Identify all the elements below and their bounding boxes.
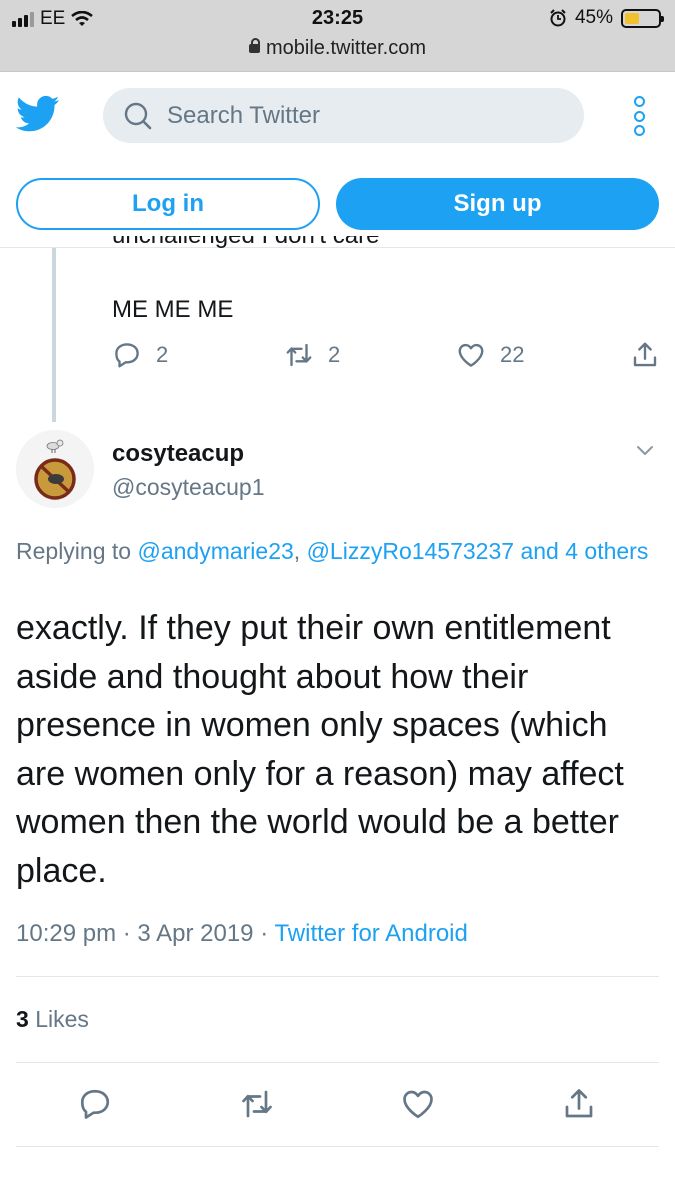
user-handle[interactable]: @cosyteacup1: [112, 474, 265, 501]
signup-button[interactable]: Sign up: [336, 178, 659, 230]
twitter-header: Search Twitter Log in Sign up: [0, 72, 675, 248]
login-button[interactable]: Log in: [16, 178, 320, 230]
reply-button[interactable]: 2: [112, 340, 168, 370]
tweet-text: exactly. If they put their own entitleme…: [16, 609, 624, 890]
alarm-icon: [550, 9, 566, 27]
like-icon: [458, 343, 484, 367]
likes-summary[interactable]: 3 Likes: [16, 1006, 89, 1033]
likes-count: 3: [16, 1006, 29, 1032]
mention-link[interactable]: @LizzyRo14573237: [307, 538, 514, 564]
search-icon: [124, 102, 152, 129]
divider: [16, 1146, 659, 1147]
share-icon: [565, 1089, 593, 1118]
mention-link[interactable]: @andymarie23: [137, 538, 293, 564]
tweet-actions: [0, 1084, 675, 1126]
avatar-image: [16, 430, 94, 508]
replying-separator: ,: [293, 538, 301, 564]
tweet-meta: 10:29 pm · 3 Apr 2019 · Twitter for Andr…: [16, 920, 468, 948]
battery-percent: 45%: [574, 7, 613, 28]
divider: [16, 1062, 659, 1063]
more-icon[interactable]: [631, 96, 647, 136]
tweet-source-link[interactable]: Twitter for Android: [274, 920, 467, 947]
meta-separator: ·: [260, 920, 269, 947]
tweet-date: 3 Apr 2019: [137, 920, 254, 947]
reply-icon: [80, 1089, 110, 1119]
like-button[interactable]: 22: [456, 340, 524, 370]
url-bar[interactable]: mobile.twitter.com: [0, 37, 675, 60]
like-count: 22: [500, 342, 525, 367]
retweet-icon: [286, 343, 312, 367]
search-input[interactable]: Search Twitter: [103, 88, 584, 143]
retweet-button[interactable]: [237, 1084, 277, 1124]
divider: [16, 976, 659, 977]
replying-to: Replying to @andymarie23, @LizzyRo145732…: [16, 534, 656, 569]
url-text: mobile.twitter.com: [265, 37, 427, 59]
share-icon: [633, 342, 657, 367]
retweet-icon: [242, 1090, 272, 1118]
like-button[interactable]: [398, 1084, 438, 1124]
replying-prefix: Replying to: [16, 538, 132, 564]
search-placeholder: Search Twitter: [167, 101, 320, 129]
retweet-count: 2: [328, 342, 341, 367]
previous-tweet-actions: 2 2 22: [112, 340, 660, 376]
twitter-bird-icon[interactable]: [16, 94, 60, 134]
lock-icon: [248, 38, 260, 53]
likes-label: Likes: [35, 1006, 89, 1032]
reply-count: 2: [156, 342, 169, 367]
reply-icon: [115, 343, 139, 368]
chevron-down-icon[interactable]: [635, 440, 655, 460]
status-right: 45%: [549, 7, 664, 29]
previous-tweet-text: ME ME ME: [112, 296, 234, 323]
display-name[interactable]: cosyteacup: [112, 440, 244, 468]
meta-separator: ·: [122, 920, 131, 947]
tweet-time: 10:29 pm: [16, 920, 117, 947]
like-icon: [403, 1090, 433, 1119]
avatar[interactable]: [16, 430, 94, 508]
share-button[interactable]: [630, 340, 660, 370]
battery-icon: [621, 8, 664, 28]
reply-button[interactable]: [75, 1084, 115, 1124]
others-link[interactable]: and 4 others: [520, 538, 648, 564]
share-button[interactable]: [559, 1084, 599, 1124]
retweet-button[interactable]: 2: [284, 340, 340, 370]
status-bar: EE 23:25 45% mobile.twitter.com: [0, 0, 675, 72]
previous-tweet-cut-text: unchallenged I don't care: [112, 236, 379, 248]
thread-line: [52, 248, 56, 422]
